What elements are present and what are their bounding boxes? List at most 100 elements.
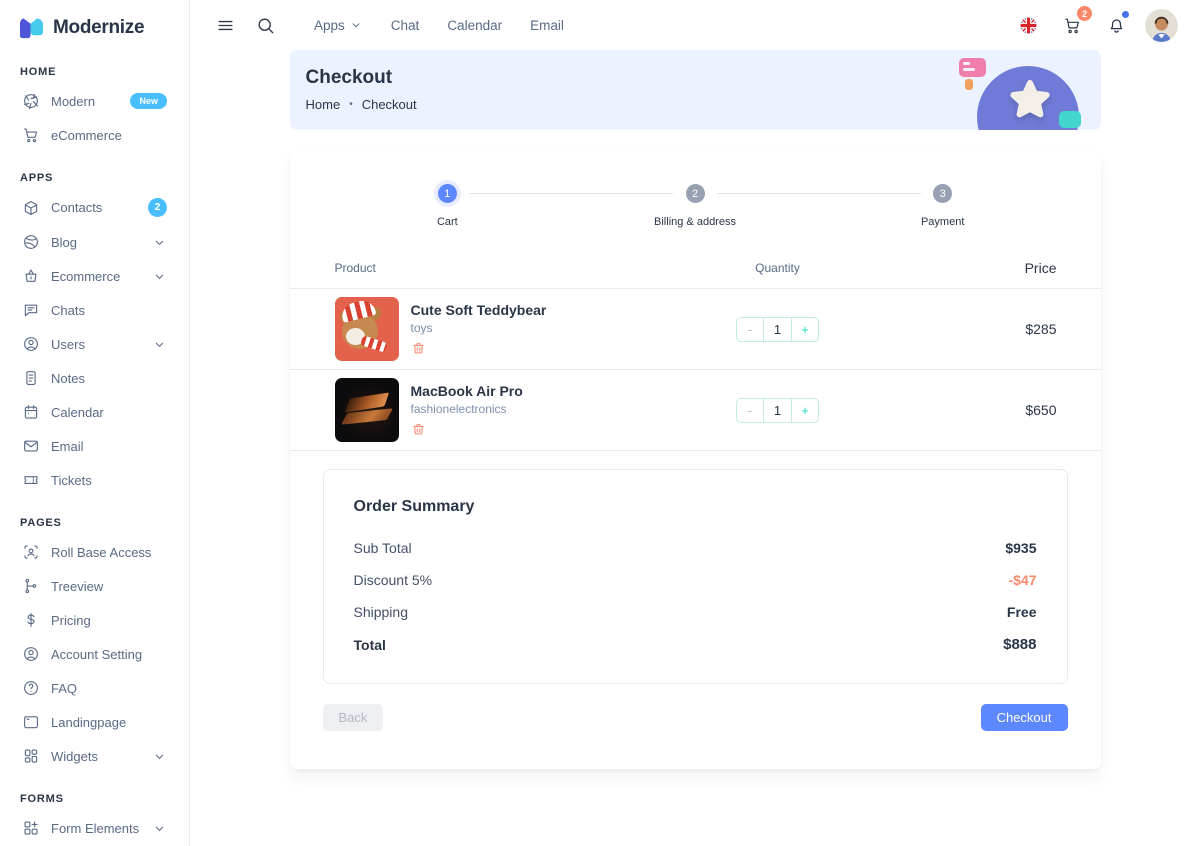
header-product: Product bbox=[335, 261, 693, 275]
breadcrumb-separator: • bbox=[349, 99, 353, 110]
language-button[interactable] bbox=[1013, 10, 1043, 40]
quantity-increase-button[interactable]: + bbox=[791, 399, 818, 422]
topnav-calendar-label: Calendar bbox=[447, 18, 502, 33]
step-number: 1 bbox=[438, 184, 457, 203]
notifications-button[interactable] bbox=[1101, 10, 1131, 40]
chevron-down-icon bbox=[152, 337, 167, 352]
summary-row-total: Total $888 bbox=[354, 636, 1037, 653]
step-number: 2 bbox=[686, 184, 705, 203]
product-price: $285 bbox=[863, 321, 1057, 337]
delete-item-button[interactable] bbox=[411, 422, 426, 437]
delete-item-button[interactable] bbox=[411, 341, 426, 356]
topnav-apps[interactable]: Apps bbox=[304, 12, 373, 39]
topbar-actions: 2 bbox=[1013, 9, 1178, 42]
sidebar-item-calendar[interactable]: Calendar bbox=[14, 395, 175, 429]
cart-icon bbox=[22, 126, 40, 144]
avatar[interactable] bbox=[1145, 9, 1178, 42]
sidebar-item-form-elements[interactable]: Form Elements bbox=[14, 811, 175, 845]
topnav-calendar[interactable]: Calendar bbox=[437, 12, 512, 39]
tree-icon bbox=[22, 577, 40, 595]
sidebar-item-chats[interactable]: Chats bbox=[14, 293, 175, 327]
quantity-decrease-button[interactable]: - bbox=[737, 399, 764, 422]
ticket-icon bbox=[22, 471, 40, 489]
sidebar-item-label: Roll Base Access bbox=[51, 545, 151, 560]
account-icon bbox=[22, 645, 40, 663]
topnav-email[interactable]: Email bbox=[520, 12, 574, 39]
breadcrumb-banner: Checkout Home • Checkout bbox=[290, 50, 1101, 130]
quantity-stepper: - 1 + bbox=[736, 398, 819, 423]
sidebar-item-label: eCommerce bbox=[51, 128, 122, 143]
cart-count-badge: 2 bbox=[1077, 6, 1092, 21]
header-price: Price bbox=[863, 260, 1057, 276]
sidebar-item-landingpage[interactable]: Landingpage bbox=[14, 705, 175, 739]
sidebar-item-notes[interactable]: Notes bbox=[14, 361, 175, 395]
checkout-stepper: 1 Cart 2 Billing & address 3 Payment bbox=[290, 152, 1101, 228]
cart-button[interactable]: 2 bbox=[1057, 10, 1087, 40]
sidebar-item-label: Ecommerce bbox=[51, 269, 120, 284]
modernize-logo-icon bbox=[18, 15, 45, 40]
brand-logo[interactable]: Modernize bbox=[14, 0, 175, 46]
step-cart[interactable]: 1 Cart bbox=[324, 184, 572, 228]
widgets-icon bbox=[22, 747, 40, 765]
sidebar-item-label: Tickets bbox=[51, 473, 92, 488]
step-billing-address[interactable]: 2 Billing & address bbox=[571, 184, 819, 228]
cart-table: Product Quantity Price bbox=[290, 260, 1101, 451]
summary-row-subtotal: Sub Total $935 bbox=[354, 540, 1037, 556]
trash-icon bbox=[411, 422, 426, 437]
main-area: Apps Chat Calendar Email bbox=[190, 0, 1200, 846]
app-window-icon bbox=[22, 713, 40, 731]
topnav-chat[interactable]: Chat bbox=[381, 12, 430, 39]
checkout-button[interactable]: Checkout bbox=[981, 704, 1068, 731]
sidebar-item-modern[interactable]: Modern New bbox=[14, 84, 175, 118]
sidebar-toggle-button[interactable] bbox=[210, 10, 240, 40]
search-icon bbox=[256, 16, 275, 35]
sidebar-item-tickets[interactable]: Tickets bbox=[14, 463, 175, 497]
topnav-chat-label: Chat bbox=[391, 18, 420, 33]
search-button[interactable] bbox=[250, 10, 280, 40]
sidebar-item-label: Blog bbox=[51, 235, 77, 250]
breadcrumb-home[interactable]: Home bbox=[306, 97, 341, 112]
sidebar-item-faq[interactable]: FAQ bbox=[14, 671, 175, 705]
sidebar-item-ecommerce-apps[interactable]: Ecommerce bbox=[14, 259, 175, 293]
sidebar-item-label: Contacts bbox=[51, 200, 102, 215]
quantity-value: 1 bbox=[764, 318, 791, 341]
product-name: Cute Soft Teddybear bbox=[411, 302, 547, 318]
decorative-shape bbox=[360, 335, 388, 353]
help-icon bbox=[22, 679, 40, 697]
sidebar-item-label: Modern bbox=[51, 94, 95, 109]
sidebar-item-pricing[interactable]: Pricing bbox=[14, 603, 175, 637]
sidebar-item-ecommerce-home[interactable]: eCommerce bbox=[14, 118, 175, 152]
sidebar-item-contacts[interactable]: Contacts 2 bbox=[14, 190, 175, 225]
chevron-down-icon bbox=[349, 18, 363, 32]
summary-value: Free bbox=[1007, 604, 1037, 620]
quantity-increase-button[interactable]: + bbox=[791, 318, 818, 341]
sidebar-item-users[interactable]: Users bbox=[14, 327, 175, 361]
breadcrumb: Home • Checkout bbox=[306, 97, 417, 112]
back-button[interactable]: Back bbox=[323, 704, 384, 731]
sidebar-item-email[interactable]: Email bbox=[14, 429, 175, 463]
summary-label: Sub Total bbox=[354, 540, 412, 556]
step-label: Billing & address bbox=[654, 216, 736, 228]
orange-shape bbox=[965, 79, 973, 90]
sidebar-item-roll-base-access[interactable]: Roll Base Access bbox=[14, 535, 175, 569]
sidebar-item-label: Notes bbox=[51, 371, 85, 386]
summary-value: -$47 bbox=[1008, 572, 1036, 588]
step-label: Cart bbox=[437, 216, 458, 228]
summary-label: Total bbox=[354, 637, 386, 653]
sidebar-item-label: Pricing bbox=[51, 613, 91, 628]
sidebar-item-label: Users bbox=[51, 337, 85, 352]
user-circle-icon bbox=[22, 335, 40, 353]
calendar-icon bbox=[22, 403, 40, 421]
chevron-down-icon bbox=[152, 235, 167, 250]
quantity-decrease-button[interactable]: - bbox=[737, 318, 764, 341]
summary-value: $935 bbox=[1005, 540, 1036, 556]
step-payment[interactable]: 3 Payment bbox=[819, 184, 1067, 228]
sidebar-section-home: HOME bbox=[20, 66, 175, 78]
sidebar-item-label: Chats bbox=[51, 303, 85, 318]
sidebar-item-widgets[interactable]: Widgets bbox=[14, 739, 175, 773]
sidebar-item-account-setting[interactable]: Account Setting bbox=[14, 637, 175, 671]
sidebar-item-treeview[interactable]: Treeview bbox=[14, 569, 175, 603]
package-icon bbox=[22, 199, 40, 217]
sidebar-item-blog[interactable]: Blog bbox=[14, 225, 175, 259]
cart-table-header: Product Quantity Price bbox=[290, 260, 1101, 288]
